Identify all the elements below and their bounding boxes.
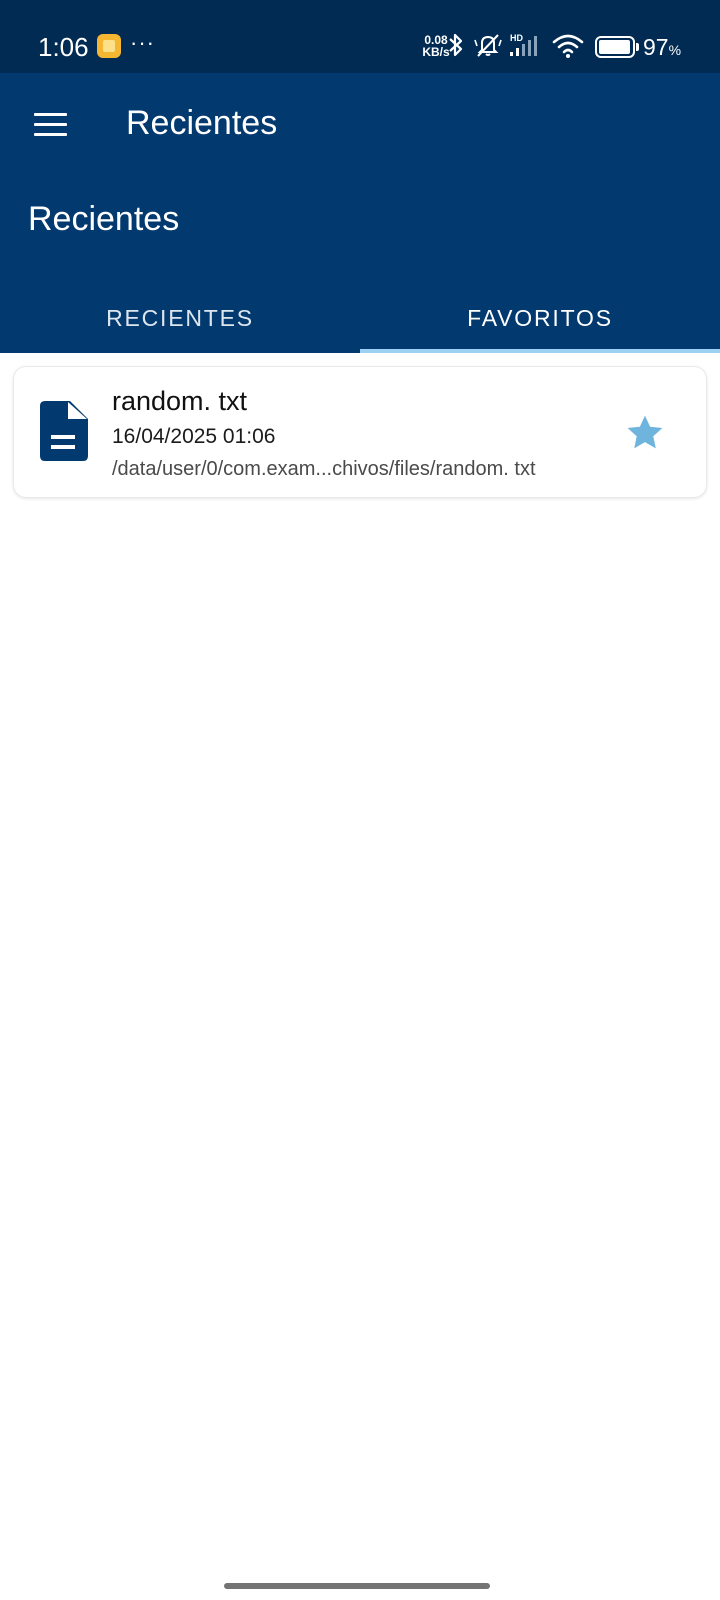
home-indicator[interactable]	[224, 1583, 490, 1589]
signal-icon: HD	[509, 30, 543, 60]
tab-recientes[interactable]: RECIENTES	[0, 283, 360, 353]
app-bar: Recientes Recientes RECIENTES FAVORITOS	[0, 73, 720, 353]
battery-percent: 97%	[643, 32, 681, 65]
battery-percent-value: 97	[643, 34, 669, 60]
file-path: /data/user/0/com.exam...chivos/files/ran…	[112, 458, 536, 480]
list-item[interactable]: random. txt 16/04/2025 01:06 /data/user/…	[14, 367, 706, 497]
more-dots-icon: ···	[130, 30, 155, 55]
battery-percent-unit: %	[668, 42, 682, 58]
bell-off-icon	[474, 34, 502, 57]
toolbar-title: Recientes	[126, 104, 278, 142]
document-icon	[40, 401, 88, 461]
file-date: 16/04/2025 01:06	[112, 425, 276, 448]
battery-icon	[595, 36, 639, 58]
bluetooth-icon	[449, 33, 463, 57]
star-icon[interactable]	[623, 411, 667, 455]
tab-favoritos[interactable]: FAVORITOS	[360, 283, 720, 353]
status-time: 1:06	[38, 32, 89, 62]
section-title: Recientes	[28, 200, 180, 238]
app-notification-icon	[97, 34, 121, 58]
tab-bar: RECIENTES FAVORITOS	[0, 283, 720, 353]
wifi-icon	[552, 34, 584, 58]
file-name: random. txt	[112, 386, 248, 416]
menu-icon[interactable]	[22, 99, 78, 149]
file-list: random. txt 16/04/2025 01:06 /data/user/…	[0, 353, 720, 1600]
status-bar: 1:06 ··· 0.08 KB/s HD 97%	[0, 0, 720, 73]
